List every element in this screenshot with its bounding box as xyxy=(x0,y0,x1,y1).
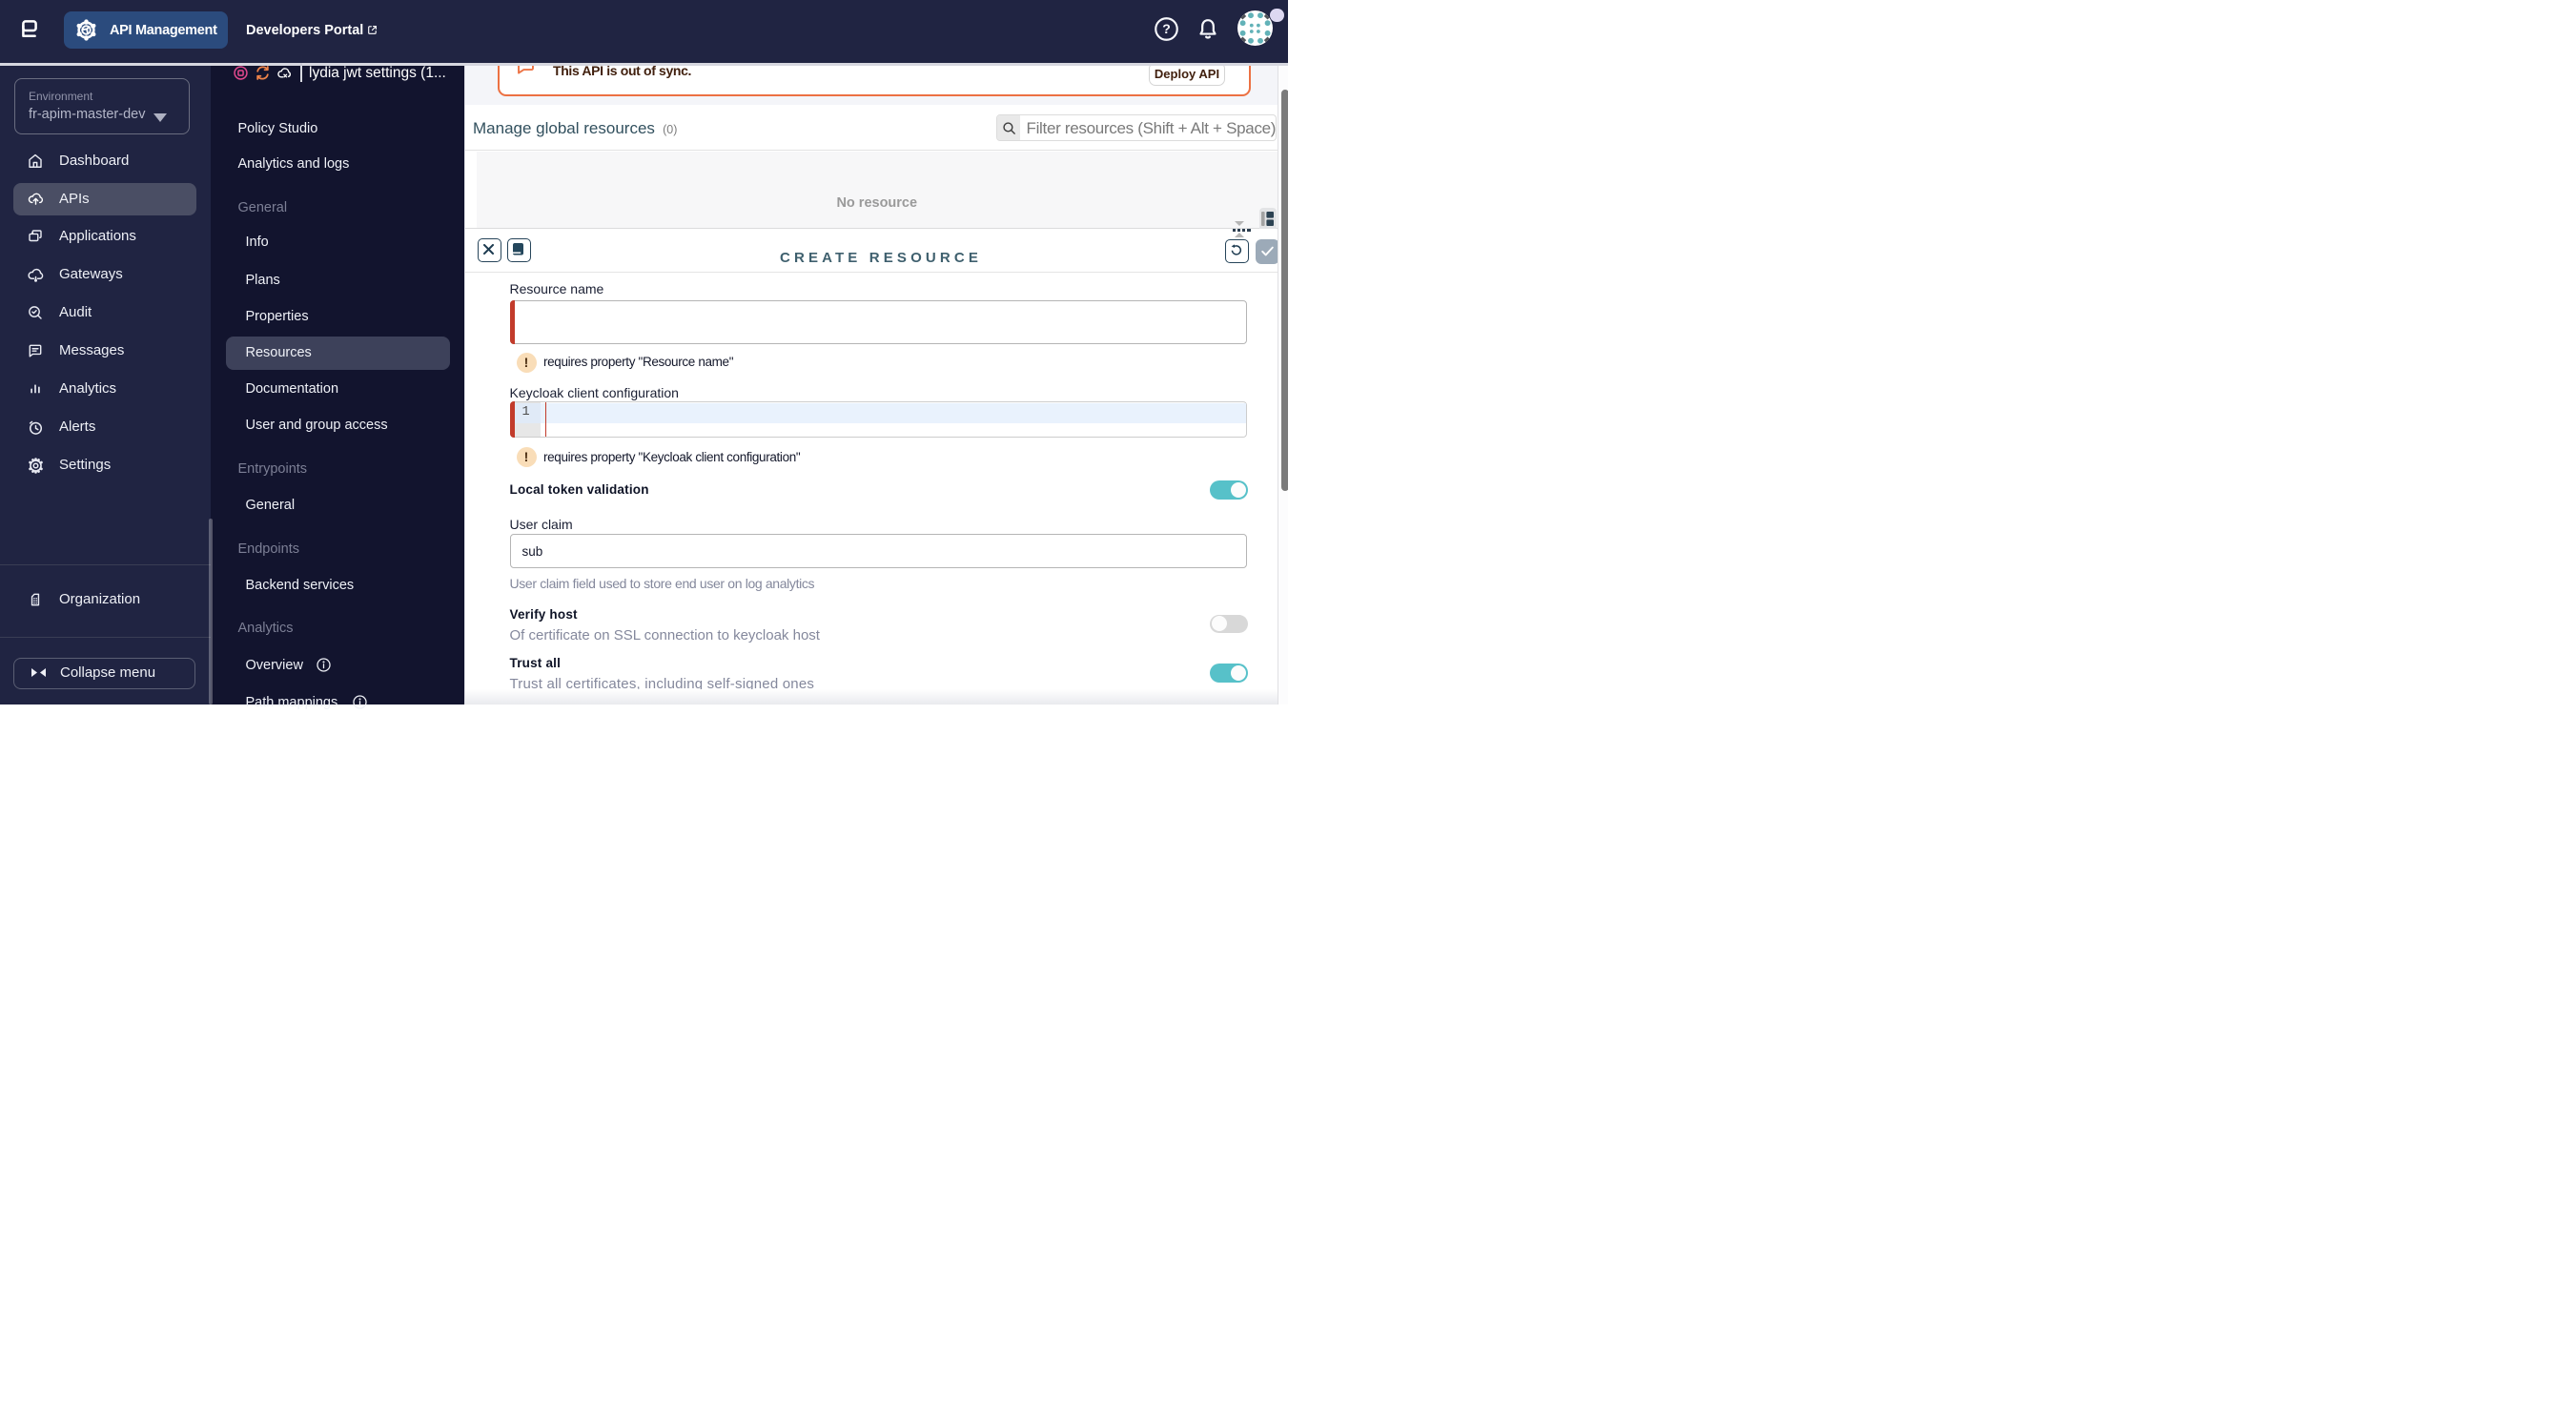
svg-text:?: ? xyxy=(1162,21,1171,36)
